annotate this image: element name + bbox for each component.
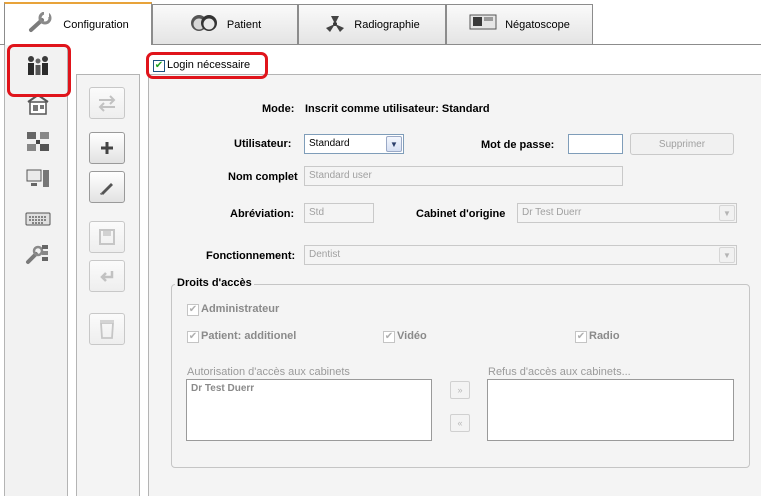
function-label: Fonctionnement: [206,250,296,262]
abbreviation-field[interactable]: Std [304,203,374,223]
add-icon [101,142,113,154]
add-button[interactable] [89,132,125,164]
tab-configuration[interactable]: Configuration [4,2,152,45]
patient-faces-icon [189,12,219,37]
home-office-label: Cabinet d'origine [416,208,506,220]
sidebar [4,44,68,496]
access-rights-title: Droits d'accès [175,277,254,289]
fullname-field[interactable]: Standard user [304,166,623,186]
abbreviation-label: Abréviation: [230,208,295,220]
video-checkbox[interactable]: ✔ [383,331,395,343]
delete-icon [100,320,114,339]
move-left-button[interactable]: « [450,414,470,432]
sidebar-item-network[interactable] [25,131,51,153]
tab-patient-label: Patient [226,18,262,31]
mode-value: Inscrit comme utilisateur: Standard [305,103,490,115]
move-right-button[interactable]: » [450,381,470,399]
tab-radiographie[interactable]: Radiographie [298,4,446,44]
delete-button[interactable] [89,313,125,345]
radio-checkbox[interactable]: ✔ [575,331,587,343]
allowed-offices-label: Autorisation d'accès aux cabinets [187,366,350,378]
denied-offices-list[interactable] [487,379,734,441]
mode-label: Mode: [262,103,295,115]
tools-settings-icon [26,245,48,264]
video-label: Vidéo [397,330,427,342]
function-select[interactable]: Dentist ▼ [304,245,737,265]
switch-user-icon [98,95,116,112]
xray-viewer-icon [469,14,497,35]
undo-icon [100,271,114,282]
edit-icon [100,183,113,195]
denied-offices-label: Refus d'accès aux cabinets... [488,366,631,378]
delete-user-button[interactable]: Supprimer [630,133,734,155]
action-toolbar [76,74,140,496]
patient-additional-label: Patient: additionel [201,330,297,342]
administrator-checkbox[interactable]: ✔ [187,304,199,316]
allowed-offices-list[interactable]: Dr Test Duerr [186,379,432,441]
user-select-value: Standard [309,138,350,149]
patient-additional-checkbox[interactable]: ✔ [187,331,199,343]
edit-button[interactable] [89,171,125,203]
sidebar-item-tools[interactable] [25,243,51,265]
user-label: Utilisateur: [234,138,292,150]
computer-icon [26,169,49,187]
radio-label: Radio [589,330,620,342]
radiation-icon [324,14,346,35]
list-item[interactable]: Dr Test Duerr [191,383,427,394]
tab-negatoscope[interactable]: Négatoscope [446,4,593,44]
chevron-down-icon: ▼ [719,247,735,263]
undo-button[interactable] [89,260,125,292]
administrator-label: Administrateur [201,303,280,315]
fullname-label: Nom complet [228,171,298,183]
tab-patient[interactable]: Patient [152,4,298,44]
save-icon [99,229,115,245]
tab-negatoscope-label: Négatoscope [505,18,570,31]
password-label: Mot de passe: [481,139,555,151]
tab-radiographie-label: Radiographie [354,18,420,31]
keyboard-icon [25,212,51,226]
chevron-down-icon: ▼ [386,136,402,152]
sidebar-users-highlight [7,44,71,97]
login-highlight [146,52,268,79]
chevron-down-icon: ▼ [719,205,735,221]
password-field[interactable] [568,134,623,154]
network-icon [27,132,49,151]
tab-configuration-label: Configuration [63,18,129,31]
wrench-icon [27,11,55,37]
user-select[interactable]: Standard ▼ [304,134,404,154]
switch-user-button[interactable] [89,87,125,119]
save-button[interactable] [89,221,125,253]
home-office-select[interactable]: Dr Test Duerr ▼ [517,203,737,223]
sidebar-item-computer[interactable] [25,168,51,190]
sidebar-item-keyboard[interactable] [25,208,51,230]
